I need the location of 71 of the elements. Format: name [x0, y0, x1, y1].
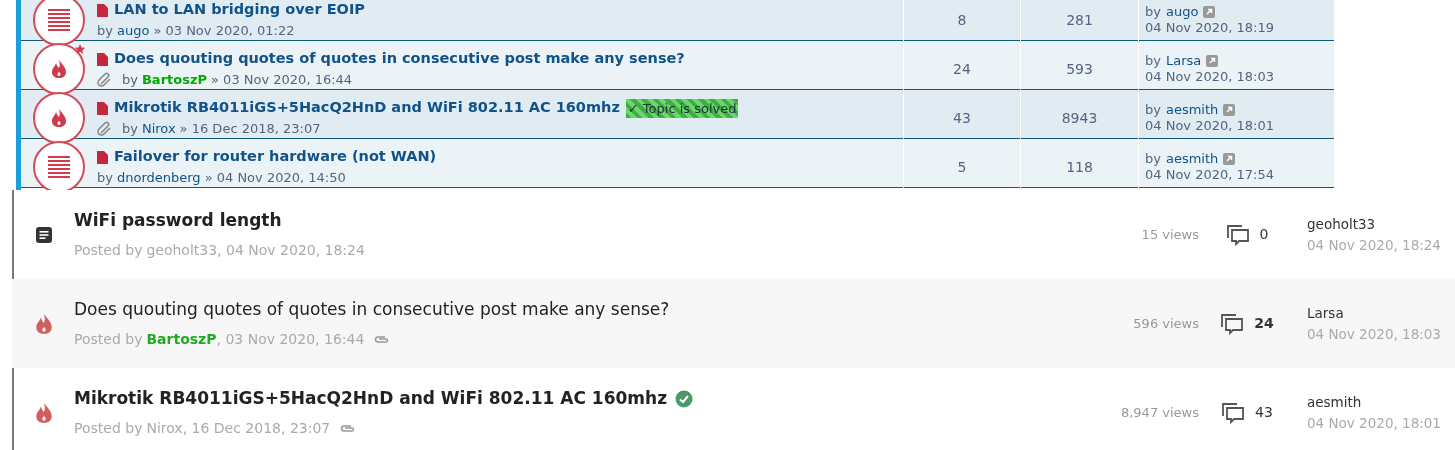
posted-by: Posted by: [74, 329, 143, 349]
reply-count: 24: [1254, 314, 1274, 333]
post-date: » 03 Nov 2020, 16:44: [211, 71, 353, 90]
username-link[interactable]: augo: [116, 21, 150, 41]
topic-link[interactable]: Does quouting quotes of quotes in consecutive post make any sense?: [114, 48, 685, 71]
username-link[interactable]: Larsa: [1307, 302, 1455, 324]
posted-by: Posted by: [74, 418, 143, 438]
topic-link[interactable]: LAN to LAN bridging over EOIP: [114, 0, 365, 22]
post-date: » 04 Nov 2020, 14:50: [204, 169, 346, 188]
reply-count: 0: [1259, 225, 1269, 244]
by-label: by: [1145, 53, 1161, 69]
by-label: by: [122, 71, 138, 90]
post-date: » 03 Nov 2020, 01:22: [153, 22, 295, 41]
last-post-time: 04 Nov 2020, 18:01: [1145, 118, 1275, 134]
reply-count: 43: [1255, 403, 1273, 422]
solved-badge: ✓ Topic is solved: [625, 98, 739, 118]
topic-link[interactable]: WiFi password length: [74, 208, 282, 234]
document-icon: [97, 101, 108, 115]
username-link[interactable]: aesmith: [1165, 151, 1219, 167]
jump-icon: [1223, 104, 1236, 116]
view-count: 8943: [1061, 108, 1098, 128]
username-link[interactable]: geoholt33: [1307, 213, 1455, 235]
post-date: , 04 Nov 2020, 18:24: [217, 240, 365, 260]
jump-icon: [1203, 6, 1216, 18]
username-link[interactable]: Nirox: [141, 119, 176, 139]
by-label: by: [97, 22, 113, 41]
by-label: by: [1145, 151, 1161, 167]
comments-icon: [1221, 401, 1246, 424]
document-icon: [35, 225, 53, 244]
username-link[interactable]: aesmith: [1165, 102, 1219, 118]
view-count: 596 views: [1133, 315, 1199, 331]
post-date: , 16 Dec 2018, 23:07: [182, 418, 331, 438]
reply-count: 8: [957, 10, 967, 30]
comments-icon: [1225, 223, 1250, 246]
view-count: 15 views: [1141, 226, 1199, 242]
last-post-time: 04 Nov 2020, 17:54: [1145, 167, 1275, 183]
posted-by: Posted by: [74, 240, 143, 260]
comments-icon: [1220, 312, 1245, 335]
jump-icon: [1223, 153, 1236, 165]
flame-icon: [35, 401, 53, 424]
username-link[interactable]: aesmith: [1307, 391, 1455, 413]
username-link[interactable]: augo: [1165, 4, 1199, 20]
last-post-time: 04 Nov 2020, 18:03: [1307, 324, 1442, 344]
view-count: 118: [1066, 157, 1093, 177]
last-post-time: 04 Nov 2020, 18:01: [1307, 413, 1442, 433]
last-post-time: 04 Nov 2020, 18:24: [1307, 235, 1442, 255]
last-post-time: 04 Nov 2020, 18:19: [1145, 20, 1275, 36]
reply-count: 5: [957, 157, 967, 177]
by-label: by: [1145, 102, 1161, 118]
reply-count: 43: [953, 108, 971, 128]
topic-link[interactable]: Does quouting quotes of quotes in consecutive post make any sense?: [74, 297, 670, 323]
last-post-time: 04 Nov 2020, 18:03: [1145, 69, 1275, 85]
document-icon: [97, 150, 108, 164]
reply-count: 24: [953, 59, 971, 79]
by-label: by: [1145, 4, 1161, 20]
document-icon: [97, 3, 108, 17]
flame-icon: [35, 312, 53, 335]
by-label: by: [122, 120, 138, 139]
post-date: » 16 Dec 2018, 23:07: [179, 120, 321, 139]
view-count: 593: [1066, 59, 1093, 79]
jump-icon: [1206, 55, 1219, 67]
username-link[interactable]: dnordenberg: [116, 168, 201, 188]
topic-link[interactable]: Failover for router hardware (not WAN): [114, 146, 437, 169]
view-count: 8,947 views: [1120, 404, 1199, 420]
by-label: by: [97, 169, 113, 188]
topic-link[interactable]: Mikrotik RB4011iGS+5HacQ2HnD and WiFi 802.11 AC 160mhz: [114, 97, 620, 120]
view-count: 281: [1066, 10, 1093, 30]
post-date: , 03 Nov 2020, 16:44: [216, 329, 365, 349]
username-link[interactable]: Larsa: [1165, 53, 1202, 69]
topic-link[interactable]: Mikrotik RB4011iGS+5HacQ2HnD and WiFi 802.11 AC 160mhz: [74, 386, 668, 412]
document-icon: [97, 52, 108, 66]
